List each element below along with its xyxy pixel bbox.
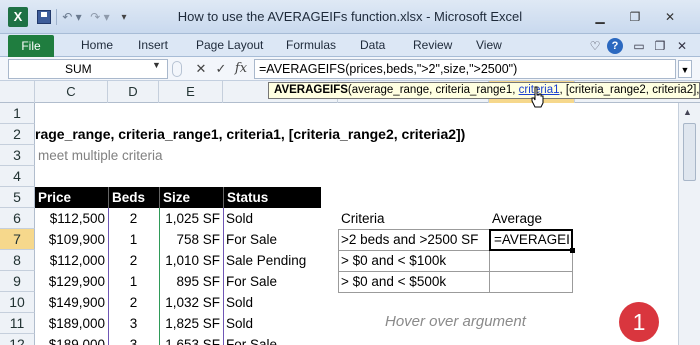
row-header[interactable]: 7 [0,229,35,250]
row-header[interactable]: 10 [0,292,35,313]
step-badge: 1 [619,302,659,342]
price-cell[interactable]: $189,000 [35,334,108,345]
beds-cell[interactable]: 3 [108,313,159,334]
tab-file[interactable]: File [8,35,54,57]
status-cell[interactable]: For Sale [223,334,277,345]
scroll-thumb[interactable] [683,123,696,181]
row-header[interactable]: 9 [0,271,35,292]
wb-restore-icon[interactable]: ❐ [652,38,668,54]
criteria-label[interactable]: >2 beds and >2500 SF [338,229,478,250]
price-cell[interactable]: $109,900 [35,229,108,250]
restore-icon[interactable]: ❐ [623,8,647,26]
row-header[interactable]: 1 [0,103,35,124]
insert-function-icon[interactable]: fx [233,60,249,78]
tab-home[interactable]: Home [81,38,113,52]
tab-view[interactable]: View [476,38,502,52]
beds-cell[interactable]: 1 [108,229,159,250]
column-header[interactable]: E [159,81,223,103]
row-header[interactable]: 3 [0,145,35,166]
function-tooltip: AVERAGEIFS(average_range, criteria_range… [268,82,700,99]
price-cell[interactable]: $112,500 [35,208,108,229]
row-header[interactable]: 11 [0,313,35,334]
status-cell[interactable]: Sold [223,313,253,334]
ribbon-tabs: File Home Insert Page Layout Formulas Da… [0,34,700,57]
average-header: Average [492,211,543,226]
beds-cell[interactable]: 2 [108,250,159,271]
status-cell[interactable]: For Sale [223,229,277,250]
title-bar: X ↶ ▾ ↷ ▾ ▾ How to use the AVERAGEIFs fu… [0,0,700,34]
size-cell[interactable]: 1,032 SF [159,292,223,313]
subtitle: meet multiple criteria [38,148,163,163]
tab-review[interactable]: Review [413,38,452,52]
worksheet-grid[interactable]: rage_range, criteria_range1, criteria1, … [35,103,678,345]
formula-bar-grip[interactable] [172,61,182,77]
size-cell[interactable]: 1,825 SF [159,313,223,334]
status-cell[interactable]: Sold [223,208,253,229]
vertical-scrollbar[interactable]: ▲ [678,103,700,345]
hover-caption: Hover over argument [385,313,526,330]
close-icon[interactable]: ✕ [658,8,682,26]
tab-insert[interactable]: Insert [138,38,168,52]
name-box[interactable]: SUM [8,59,168,79]
formula-bar: SUM ▼ ✕ ✓ fx =AVERAGEIFS(prices,beds,">2… [0,57,700,81]
tab-data[interactable]: Data [360,38,385,52]
hand-cursor-icon [531,86,544,108]
beds-cell[interactable]: 1 [108,271,159,292]
average-cell[interactable] [489,250,492,271]
row-header[interactable]: 2 [0,124,35,145]
tooltip-args-after: , [criteria_range2, criteria2], ... [559,84,700,96]
active-cell-average[interactable]: =AVERAGEIF [489,229,573,251]
tooltip-args-before: (average_range, criteria_range1, [347,84,519,96]
price-cell[interactable]: $149,900 [35,292,108,313]
scroll-up-icon[interactable]: ▲ [683,107,692,117]
row-header[interactable]: 5 [0,187,35,208]
syntax-line: rage_range, criteria_range1, criteria1, … [35,126,466,142]
tab-formulas[interactable]: Formulas [286,38,336,52]
header-status: Status [223,187,321,208]
beds-cell[interactable]: 2 [108,208,159,229]
size-cell[interactable]: 1,010 SF [159,250,223,271]
column-header[interactable]: C [35,81,108,103]
help-icon[interactable]: ? [607,38,623,54]
size-cell[interactable]: 758 SF [159,229,223,250]
header-price: Price [35,187,108,208]
tooltip-function-name[interactable]: AVERAGEIFS [274,84,348,96]
ribbon-collapse-icon[interactable]: ♡ [587,38,603,54]
price-cell[interactable]: $112,000 [35,250,108,271]
expand-formula-bar-icon[interactable]: ▼ [678,60,692,78]
wb-minimize-icon[interactable]: ▭ [631,38,647,54]
tab-page-layout[interactable]: Page Layout [196,38,263,52]
wb-close-icon[interactable]: ✕ [674,38,690,54]
minimize-icon[interactable]: ▁ [588,8,612,26]
row-header[interactable]: 4 [0,166,35,187]
size-cell[interactable]: 895 SF [159,271,223,292]
fill-handle[interactable] [570,248,575,253]
chevron-down-icon[interactable]: ▼ [152,60,161,70]
formula-input[interactable]: =AVERAGEIFS(prices,beds,">2",size,">2500… [254,59,676,79]
row-header[interactable]: 8 [0,250,35,271]
size-cell[interactable]: 1,025 SF [159,208,223,229]
beds-cell[interactable]: 2 [108,292,159,313]
header-beds: Beds [108,187,159,208]
criteria-header: Criteria [341,211,385,226]
row-header[interactable]: 6 [0,208,35,229]
price-cell[interactable]: $189,000 [35,313,108,334]
enter-icon[interactable]: ✓ [213,60,229,78]
cancel-icon[interactable]: ✕ [193,60,209,78]
criteria-label[interactable]: > $0 and < $100k [338,250,446,271]
price-cell[interactable]: $129,900 [35,271,108,292]
average-cell[interactable] [489,271,492,292]
beds-cell[interactable]: 3 [108,334,159,345]
select-all-corner[interactable] [0,81,35,103]
status-cell[interactable]: Sale Pending [223,250,306,271]
criteria-label[interactable]: > $0 and < $500k [338,271,446,292]
header-size: Size [159,187,223,208]
status-cell[interactable]: Sold [223,292,253,313]
status-cell[interactable]: For Sale [223,271,277,292]
size-cell[interactable]: 1,653 SF [159,334,223,345]
column-header[interactable]: D [108,81,159,103]
row-header[interactable]: 12 [0,334,35,345]
